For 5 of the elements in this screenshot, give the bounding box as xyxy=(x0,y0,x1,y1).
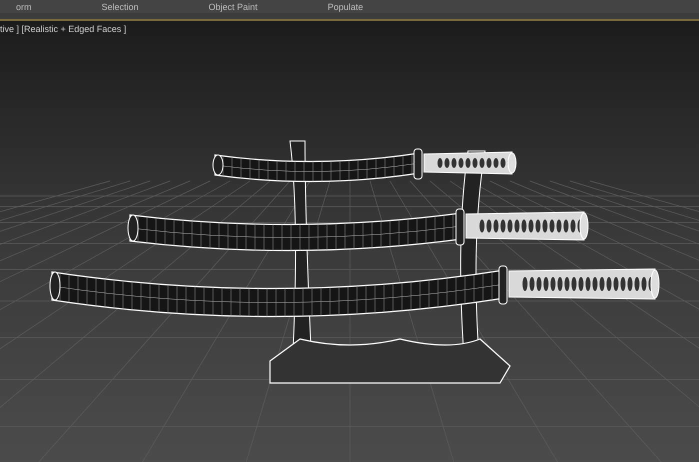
viewport-label[interactable]: tive ] [Realistic + Edged Faces ] xyxy=(0,23,126,36)
ribbon-tab[interactable]: Selection xyxy=(98,2,143,13)
ribbon-tab[interactable]: orm xyxy=(12,2,36,13)
ribbon-tab[interactable]: Populate xyxy=(324,2,368,13)
ribbon-tab[interactable]: Object Paint xyxy=(204,2,262,13)
